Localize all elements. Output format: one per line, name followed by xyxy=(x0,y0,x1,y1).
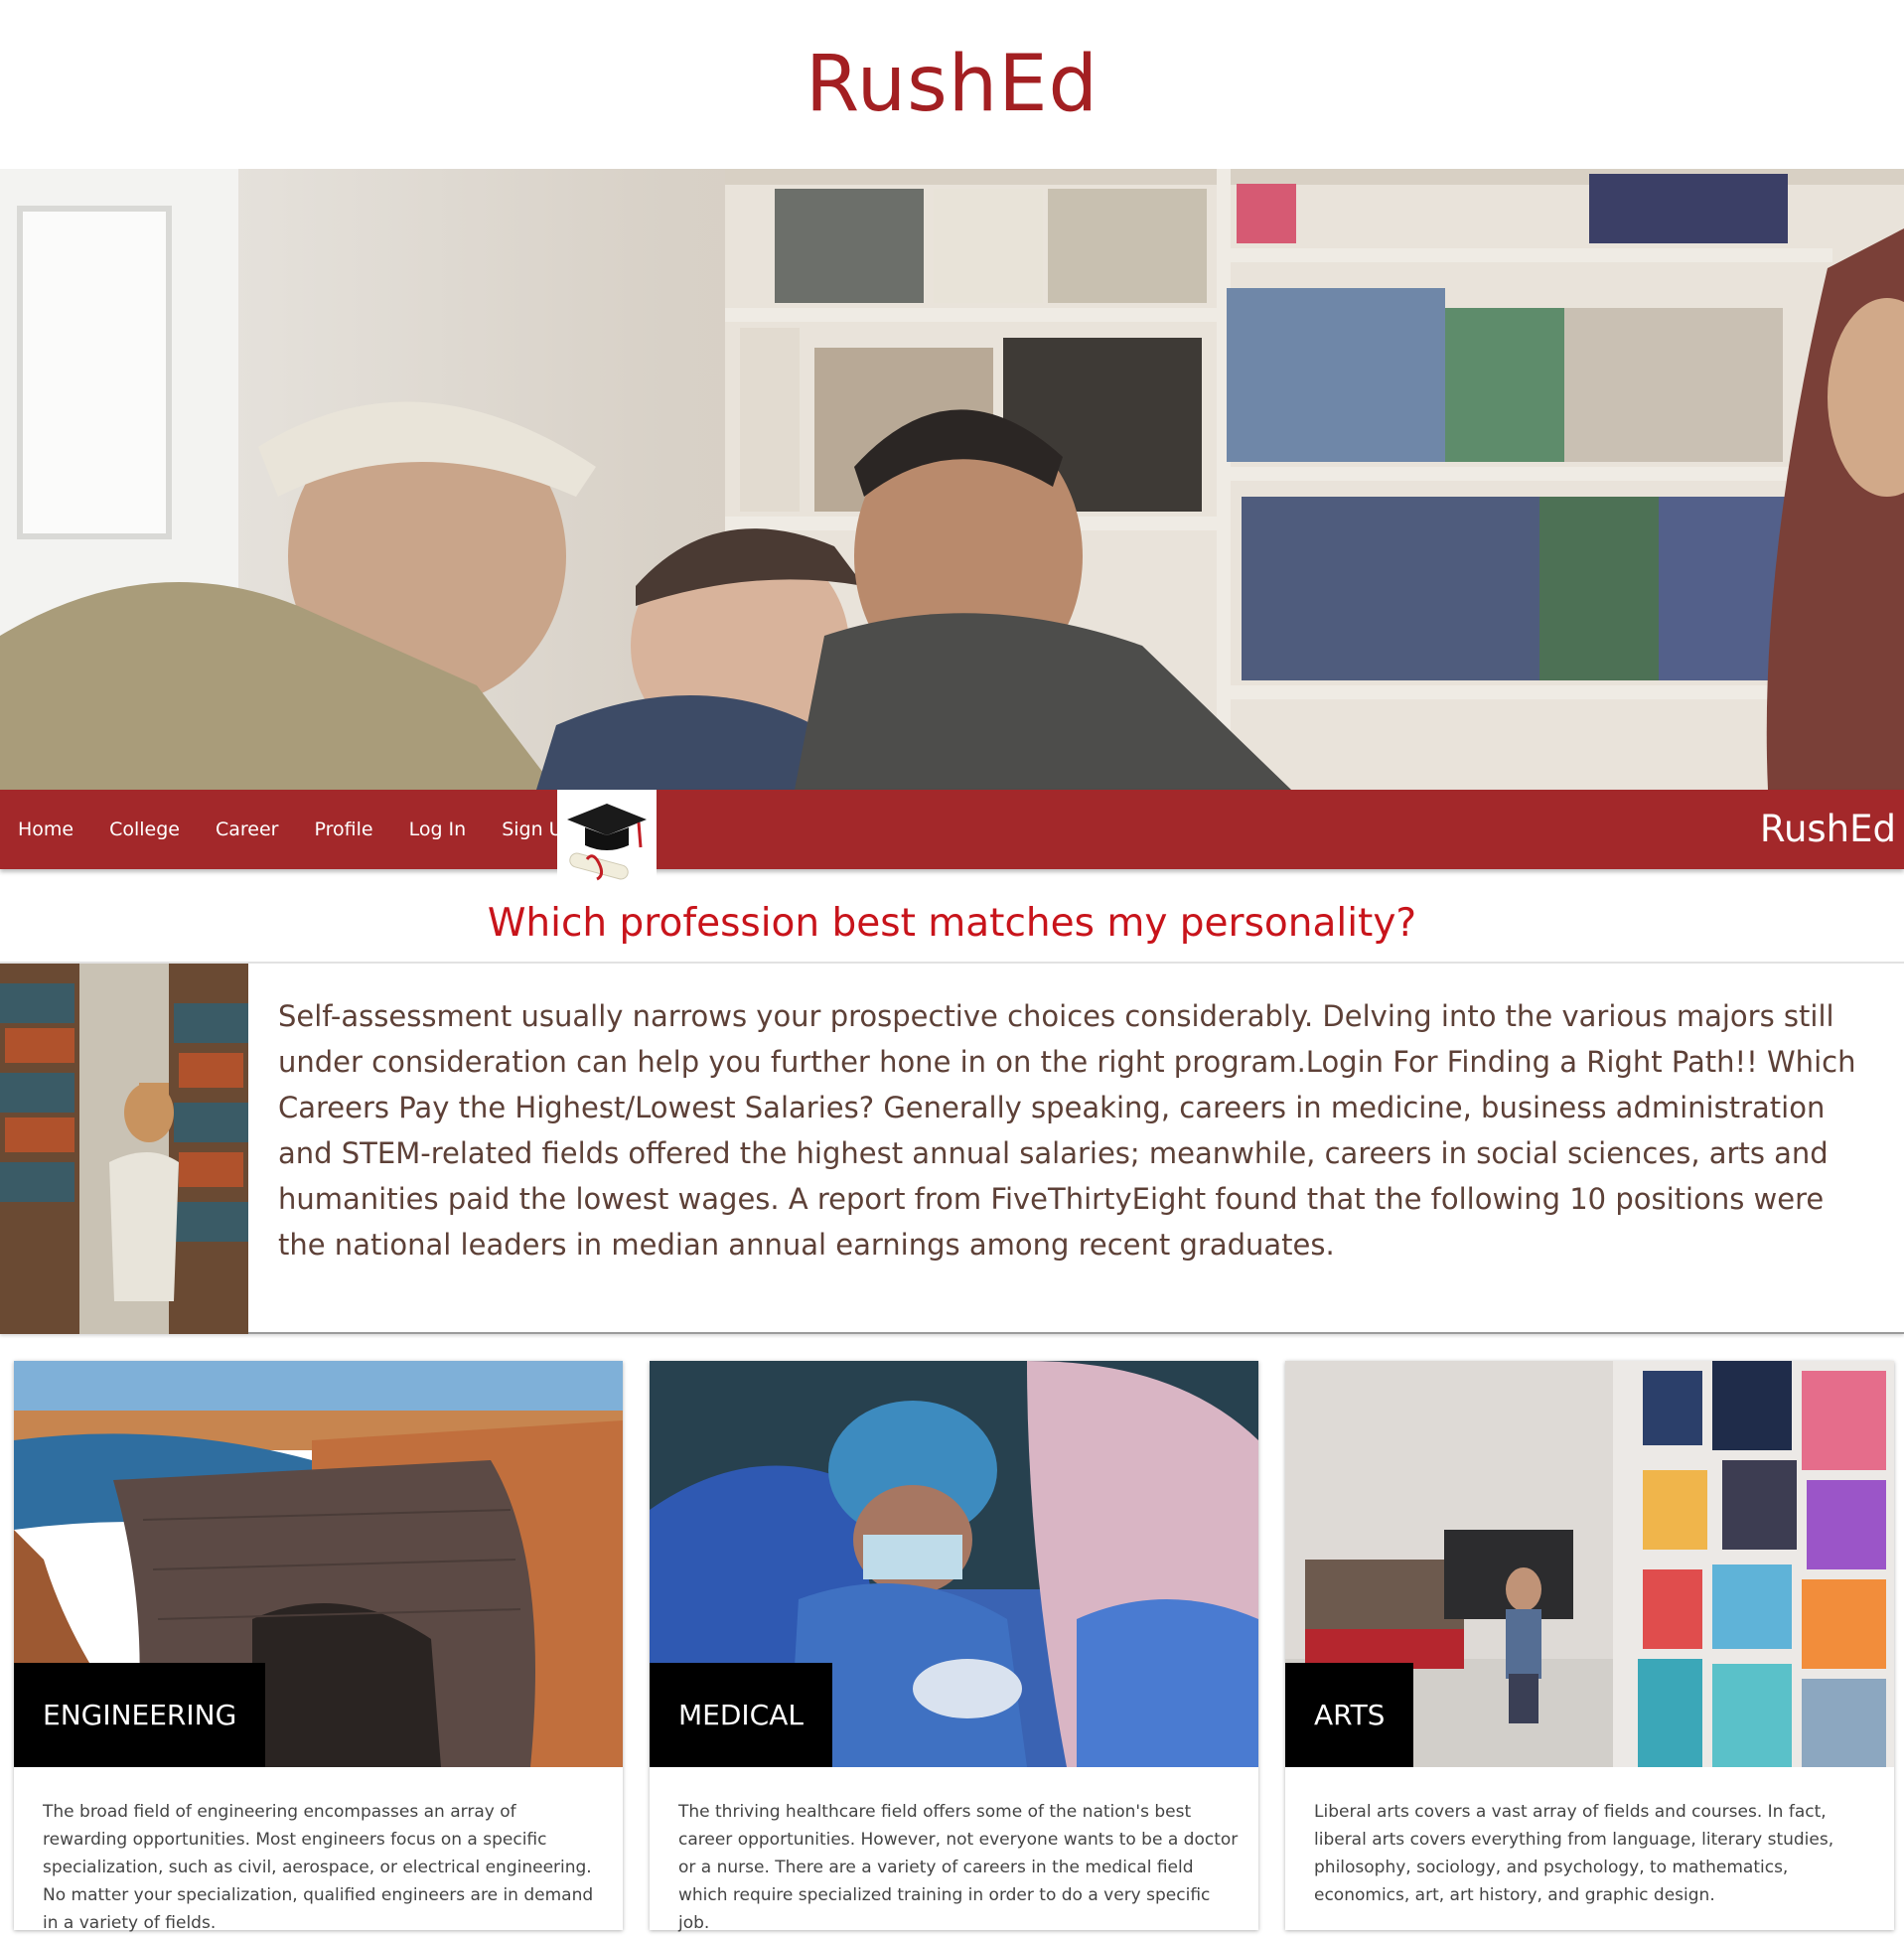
surgery-photo: MEDICAL xyxy=(650,1361,1258,1767)
nav-links: Home College Career Profile Log In Sign … xyxy=(0,790,593,869)
engineering-card[interactable]: ENGINEERING The broad field of engineeri… xyxy=(14,1361,623,1933)
nav-college-link[interactable]: College xyxy=(91,790,198,869)
card-text-medical: The thriving healthcare field offers som… xyxy=(678,1802,1239,1933)
library-photo xyxy=(0,964,248,1334)
dam-photo: ENGINEERING xyxy=(14,1361,623,1767)
gallery-photo: ARTS xyxy=(1285,1361,1894,1767)
nav-career-link[interactable]: Career xyxy=(198,790,297,869)
intro-section: Self-assessment usually narrows your pro… xyxy=(0,962,1904,1334)
site-title: RushEd xyxy=(806,40,1098,129)
arts-card[interactable]: ARTS Liberal arts covers a vast array of… xyxy=(1285,1361,1894,1930)
card-text-arts: Liberal arts covers a vast array of fiel… xyxy=(1314,1802,1834,1905)
card-title-medical[interactable]: MEDICAL xyxy=(650,1663,832,1767)
nav-home-link[interactable]: Home xyxy=(0,790,91,869)
hero-image xyxy=(0,169,1904,790)
profession-question-heading: Which profession best matches my persona… xyxy=(487,901,1417,946)
nav-profile-link[interactable]: Profile xyxy=(297,790,391,869)
medical-card[interactable]: MEDICAL The thriving healthcare field of… xyxy=(650,1361,1258,1933)
card-title-engineering[interactable]: ENGINEERING xyxy=(14,1663,266,1767)
main-navbar: Home College Career Profile Log In Sign … xyxy=(0,790,1904,869)
card-text-engineering: The broad field of engineering encompass… xyxy=(43,1802,594,1933)
card-title-arts[interactable]: ARTS xyxy=(1285,1663,1414,1767)
graduation-cap-icon[interactable] xyxy=(557,790,657,889)
nav-login-link[interactable]: Log In xyxy=(391,790,485,869)
nav-brand[interactable]: RushEd xyxy=(1760,790,1896,869)
intro-paragraph: Self-assessment usually narrows your pro… xyxy=(278,999,1856,1262)
